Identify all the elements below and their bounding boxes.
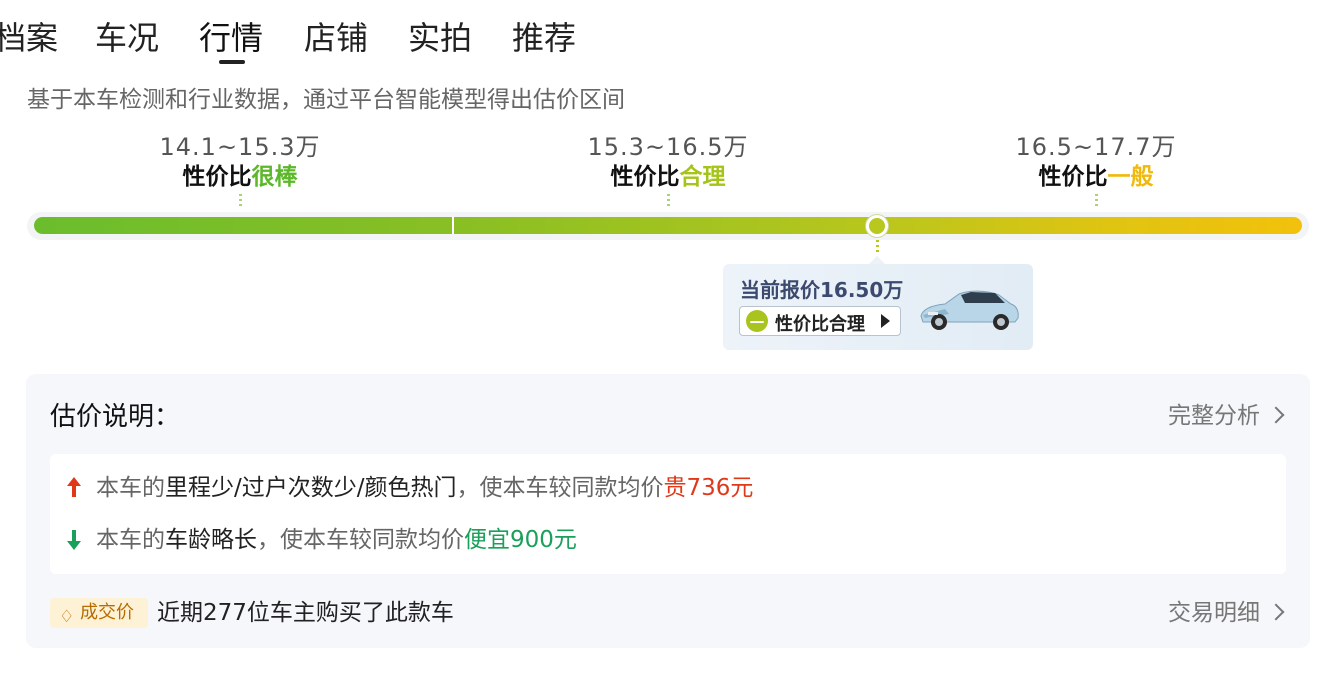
current-price-card: 当前报价16.50万 — 性价比合理 xyxy=(723,256,1033,350)
tab-recommend[interactable]: 推荐 xyxy=(512,18,576,58)
range-dots xyxy=(238,194,242,206)
marker-dots xyxy=(876,240,879,252)
play-arrow-icon xyxy=(881,314,890,328)
tab-store[interactable]: 店铺 xyxy=(304,18,368,58)
tab-bar: 档案 车况 行情 店铺 实拍 推荐 xyxy=(0,12,700,68)
range-price: 14.1~15.3万 xyxy=(159,133,321,161)
chevron-right-icon xyxy=(1267,603,1285,621)
full-analysis-link[interactable]: 完整分析 xyxy=(1168,396,1285,430)
value-rating-label: 性价比合理 xyxy=(775,314,865,335)
range-price: 16.5~17.7万 xyxy=(1015,133,1177,161)
car-thumbnail-icon xyxy=(920,290,1019,330)
price-tag-icon: ♢ xyxy=(59,607,75,627)
value-rating-button[interactable]: — 性价比合理 xyxy=(739,306,901,336)
range-rating: 性价比很棒 xyxy=(120,162,360,192)
price-bar-separator xyxy=(452,217,454,234)
deal-footer: ♢ 成交价 近期277位车主购买了此款车 交易明细 xyxy=(50,596,1286,628)
panel-title: 估价说明： xyxy=(50,402,181,432)
current-price-marker xyxy=(866,215,888,237)
range-dots xyxy=(1094,194,1098,206)
item-highlight: 里程少/过户次数少/颜色热门 xyxy=(165,475,457,501)
explanation-list: 本车的里程少/过户次数少/颜色热门，使本车较同款均价贵736元 本车的车龄略长，… xyxy=(50,454,1286,574)
full-analysis-label: 完整分析 xyxy=(1168,403,1260,429)
price-bar xyxy=(34,217,1302,234)
tab-archive[interactable]: 档案 xyxy=(0,18,58,58)
rating-prefix: 性价比 xyxy=(1038,164,1108,190)
price-range-average: 16.5~17.7万 性价比一般 xyxy=(976,132,1216,206)
item-middle: ，使本车较同款均价 xyxy=(456,475,664,501)
rating-prefix: 性价比 xyxy=(182,164,252,190)
range-rating: 性价比一般 xyxy=(976,162,1216,192)
fair-rating-icon: — xyxy=(746,310,768,332)
current-price-label: 当前报价16.50万 xyxy=(740,278,904,302)
item-middle: ，使本车较同款均价 xyxy=(257,527,464,553)
item-prefix: 本车的 xyxy=(96,527,165,553)
rating-level: 很棒 xyxy=(251,164,298,190)
list-item-price-down: 本车的车龄略长，使本车较同款均价便宜900元 xyxy=(96,525,577,555)
price-range-fair: 15.3~16.5万 性价比合理 xyxy=(548,132,788,206)
list-item-price-up: 本车的里程少/过户次数少/颜色热门，使本车较同款均价贵736元 xyxy=(96,473,753,503)
rating-prefix: 性价比 xyxy=(610,164,680,190)
arrow-up-icon xyxy=(67,477,81,497)
deal-count-text: 近期277位车主购买了此款车 xyxy=(157,600,454,626)
transaction-details-link[interactable]: 交易明细 xyxy=(1168,598,1285,628)
tab-condition[interactable]: 车况 xyxy=(95,18,159,58)
rating-level: 一般 xyxy=(1107,164,1154,190)
item-highlight: 车龄略长 xyxy=(165,527,257,553)
item-value-down: 便宜900元 xyxy=(464,527,577,553)
arrow-down-icon xyxy=(67,530,81,550)
range-rating: 性价比合理 xyxy=(548,162,788,192)
rating-level: 合理 xyxy=(679,164,726,190)
item-prefix: 本车的 xyxy=(96,475,165,501)
range-price: 15.3~16.5万 xyxy=(587,133,749,161)
valuation-subtitle: 基于本车检测和行业数据，通过平台智能模型得出估价区间 xyxy=(27,87,625,113)
item-value-up: 贵736元 xyxy=(663,475,754,501)
tab-photos[interactable]: 实拍 xyxy=(408,18,472,58)
price-range-great: 14.1~15.3万 性价比很棒 xyxy=(120,132,360,206)
range-dots xyxy=(666,194,670,206)
chevron-right-icon xyxy=(1267,406,1285,424)
deal-badge-label: 成交价 xyxy=(80,602,134,623)
active-tab-indicator xyxy=(219,60,245,64)
valuation-explanation-panel: 估价说明： 完整分析 本车的里程少/过户次数少/颜色热门，使本车较同款均价贵73… xyxy=(26,374,1310,648)
tab-market[interactable]: 行情 xyxy=(199,18,263,58)
transaction-details-label: 交易明细 xyxy=(1168,600,1260,626)
deal-price-badge: ♢ 成交价 xyxy=(50,598,148,628)
